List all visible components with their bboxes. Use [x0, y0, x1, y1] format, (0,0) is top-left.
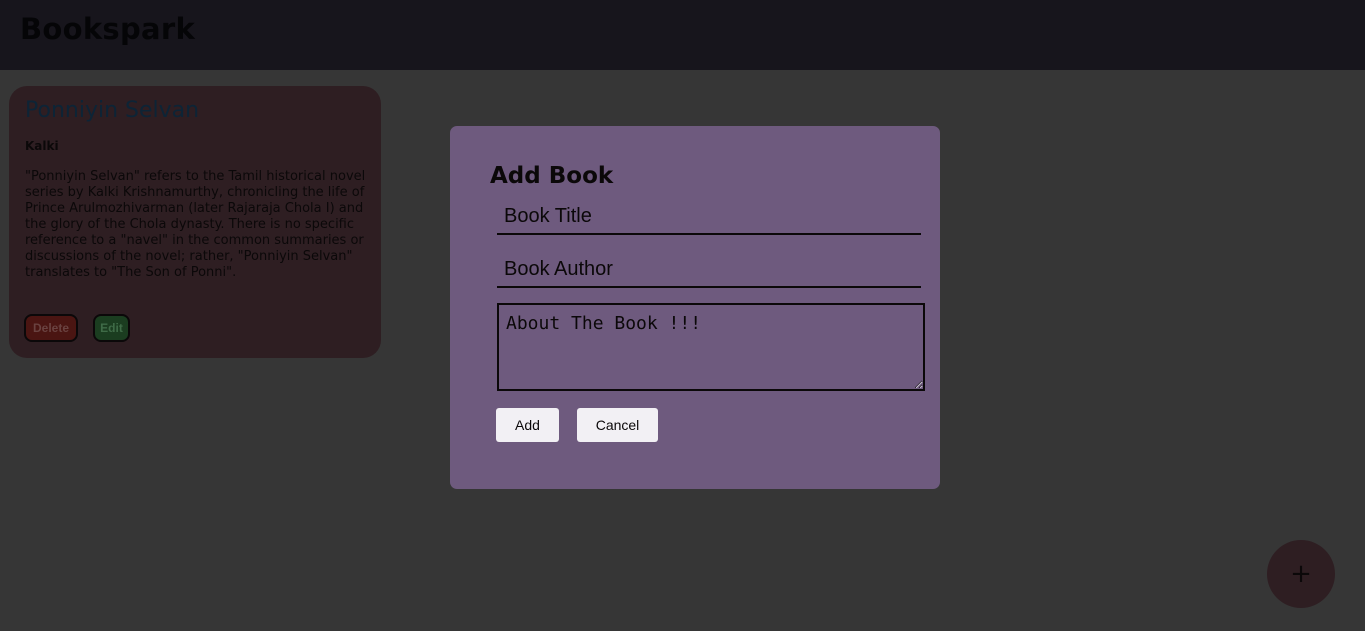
- app-brand: Bookspark: [20, 12, 196, 46]
- cancel-button[interactable]: Cancel: [577, 408, 658, 442]
- book-author-input[interactable]: [497, 252, 921, 288]
- about-book-textarea[interactable]: [497, 303, 925, 391]
- add-button[interactable]: Add: [496, 408, 559, 442]
- delete-button[interactable]: Delete: [24, 314, 78, 342]
- book-title-input[interactable]: [497, 199, 921, 235]
- edit-button[interactable]: Edit: [93, 314, 130, 342]
- book-title: Ponniyin Selvan: [25, 98, 200, 123]
- book-card: Ponniyin Selvan Kalki "Ponniyin Selvan" …: [9, 86, 381, 358]
- book-description: "Ponniyin Selvan" refers to the Tamil hi…: [25, 169, 366, 280]
- book-author: Kalki: [25, 139, 59, 153]
- add-book-modal: Add Book Add Cancel: [450, 126, 940, 489]
- app-header: Bookspark: [0, 0, 1365, 70]
- plus-icon: +: [1290, 559, 1312, 589]
- modal-title: Add Book: [490, 163, 614, 189]
- add-book-fab[interactable]: +: [1267, 540, 1335, 608]
